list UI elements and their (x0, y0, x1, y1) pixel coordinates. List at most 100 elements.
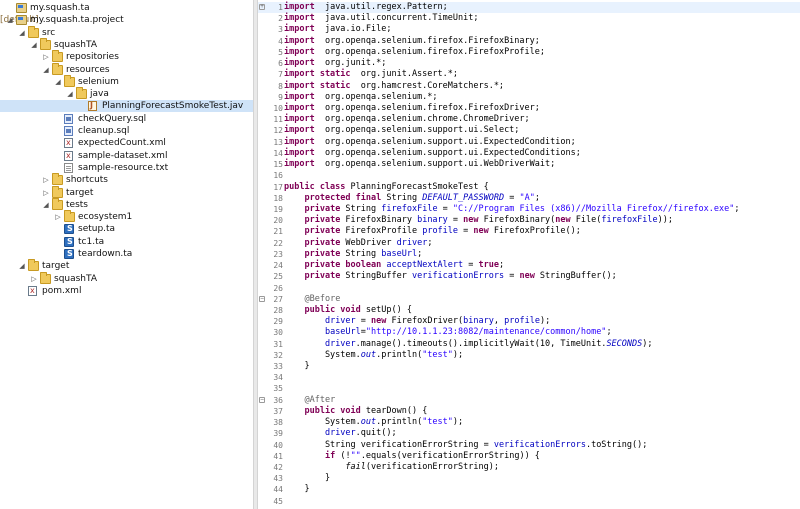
code-line[interactable]: − 27 @Before (258, 294, 800, 305)
code-token: FirefoxProfile (340, 226, 423, 237)
code-line[interactable]: 26 (258, 283, 800, 294)
code-line[interactable]: 16 (258, 170, 800, 181)
line-number: 9 (278, 92, 283, 102)
collapse-fold-icon[interactable]: − (259, 295, 265, 302)
code-line[interactable]: 42 fail(verificationErrorString); (258, 462, 800, 473)
code-line[interactable]: 4 import org.openqa.selenium.firefox.Fire… (258, 36, 800, 47)
tree-item[interactable]: ▷ squashTA (0, 271, 253, 285)
code-line[interactable]: 12 import org.openqa.selenium.support.ui.… (258, 125, 800, 136)
code-line[interactable]: 35 (258, 383, 800, 394)
code-text: } (284, 484, 309, 495)
tree-item[interactable]: pom.xml (0, 285, 253, 297)
code-line[interactable]: 11 import org.openqa.selenium.chrome.Chro… (258, 114, 800, 125)
code-line[interactable]: 14 import org.openqa.selenium.support.ui.… (258, 148, 800, 159)
collapse-fold-icon[interactable]: − (259, 396, 265, 403)
code-line[interactable]: 43 } (258, 473, 800, 484)
code-line[interactable]: 28 public void setUp() { (258, 305, 800, 316)
collapse-arrow-icon[interactable]: ◢ (66, 88, 74, 100)
tree-item[interactable]: ◢my.squash.ta.project [default] (0, 14, 253, 26)
tree-item[interactable]: teardown.ta (0, 248, 253, 260)
tree-item[interactable]: ◢ squashTA (0, 37, 253, 51)
project-explorer[interactable]: my.squash.ta◢my.squash.ta.project [defau… (0, 0, 253, 509)
collapse-arrow-icon[interactable]: ◢ (18, 27, 26, 39)
code-line[interactable]: 8 import static org.hamcrest.CoreMatchers… (258, 81, 800, 92)
tree-item[interactable]: ◢ tests (0, 197, 253, 211)
code-line[interactable]: 9 import org.openqa.selenium.*; (258, 92, 800, 103)
code-line[interactable]: − 36 @After (258, 395, 800, 406)
code-line[interactable]: 30 baseUrl="http://10.1.1.23:8082/mainte… (258, 327, 800, 338)
code-line[interactable]: 37 public void tearDown() { (258, 406, 800, 417)
code-line[interactable]: 34 (258, 372, 800, 383)
code-line[interactable]: 6 import org.junit.*; (258, 58, 800, 69)
tree-item[interactable]: ◢ resources (0, 62, 253, 76)
code-line[interactable]: 13 import org.openqa.selenium.support.ui.… (258, 137, 800, 148)
code-line[interactable]: 2 import java.util.concurrent.TimeUnit; (258, 13, 800, 24)
line-number: 30 (273, 328, 283, 338)
tree-item[interactable]: ◢ selenium (0, 74, 253, 88)
collapse-arrow-icon[interactable]: ◢ (42, 64, 50, 76)
code-token: acceptNextAlert (386, 260, 464, 271)
code-editor[interactable]: +1 import java.util.regex.Pattern; 2 import… (258, 0, 800, 509)
expand-arrow-icon[interactable]: ▷ (30, 273, 38, 285)
code-line[interactable]: 10 import org.openqa.selenium.firefox.Fir… (258, 103, 800, 114)
code-line[interactable]: 18 protected final String DEFAULT_PASSWO… (258, 193, 800, 204)
code-line[interactable]: 29 driver = new FirefoxDriver(binary, pr… (258, 316, 800, 327)
code-token: org.openqa.selenium.support.ui.WebDriver… (314, 159, 556, 170)
tree-item[interactable]: ▷ repositories (0, 50, 253, 63)
code-line[interactable]: 32 System.out.println("test"); (258, 350, 800, 361)
code-line[interactable]: 39 driver.quit(); (258, 428, 800, 439)
code-line[interactable]: 7 import static org.junit.Assert.*; (258, 69, 800, 80)
tree-item[interactable]: cleanup.sql (0, 125, 253, 137)
code-token: public void (304, 405, 361, 416)
code-line[interactable]: 33 } (258, 361, 800, 372)
code-line[interactable]: 5 import org.openqa.selenium.firefox.Fire… (258, 47, 800, 58)
expand-fold-icon[interactable]: + (259, 4, 265, 10)
expand-arrow-icon[interactable]: ▷ (42, 174, 50, 186)
code-line[interactable]: +1 import java.util.regex.Pattern; (258, 2, 800, 13)
expand-arrow-icon[interactable]: ▷ (42, 51, 50, 63)
expand-arrow-icon[interactable]: ▷ (42, 187, 50, 199)
tree-item[interactable]: ▷ shortcuts (0, 173, 253, 186)
code-token: "http://10.1.1.23:8082/maintenance/commo… (365, 327, 607, 338)
code-line[interactable]: 45 (258, 496, 800, 507)
line-number: 1 (278, 3, 283, 12)
code-line[interactable]: 15 import org.openqa.selenium.support.ui.… (258, 159, 800, 170)
expand-arrow-icon[interactable]: ▷ (54, 211, 62, 223)
tree-item-label: teardown.ta (78, 249, 133, 259)
code-line[interactable]: 20 private FirefoxBinary binary = new Fi… (258, 215, 800, 226)
tree-item[interactable]: ▷ ecosystem1 (0, 210, 253, 223)
collapse-arrow-icon[interactable]: ◢ (18, 260, 26, 272)
tree-item[interactable]: checkQuery.sql (0, 113, 253, 125)
code-line[interactable]: 38 System.out.println("test"); (258, 417, 800, 428)
tree-item[interactable]: ◢ java (0, 87, 253, 100)
collapse-arrow-icon[interactable]: ◢ (30, 39, 38, 51)
code-line[interactable]: 22 private WebDriver driver; (258, 238, 800, 249)
tree-item[interactable]: sample-dataset.xml (0, 150, 253, 162)
code-line[interactable]: 41 if (!"".equals(verificationErrorStrin… (258, 451, 800, 462)
collapse-arrow-icon[interactable]: ◢ (54, 76, 62, 88)
tree-item[interactable]: my.squash.ta (0, 2, 253, 14)
code-line[interactable]: 44 } (258, 484, 800, 495)
tree-item[interactable]: expectedCount.xml (0, 137, 253, 149)
collapse-arrow-icon[interactable]: ◢ (42, 199, 50, 211)
code-line[interactable]: 24 private boolean acceptNextAlert = tru… (258, 260, 800, 271)
code-line[interactable]: 31 driver.manage().timeouts().implicitly… (258, 339, 800, 350)
code-line[interactable]: 3 import java.io.File; (258, 24, 800, 35)
code-line[interactable]: 25 private StringBuffer verificationErro… (258, 271, 800, 282)
code-line[interactable]: 23 private String baseUrl; (258, 249, 800, 260)
code-line[interactable]: 17 public class PlanningForecastSmokeTest… (258, 182, 800, 193)
code-line[interactable]: 19 private String firefoxFile = "C://Pro… (258, 204, 800, 215)
tree-item[interactable]: PlanningForecastSmokeTest.jav (0, 100, 253, 113)
tree-item[interactable]: ◢ src (0, 25, 253, 39)
tree-item[interactable]: setup.ta (0, 223, 253, 235)
code-line[interactable]: 21 private FirefoxProfile profile = new … (258, 226, 800, 237)
tree-item[interactable]: ▷ target (0, 185, 253, 199)
tree-item[interactable]: tc1.ta (0, 236, 253, 248)
code-line[interactable]: 40 String verificationErrorString = veri… (258, 440, 800, 451)
collapse-arrow-icon[interactable]: ◢ (6, 14, 14, 26)
tree-item[interactable]: ◢ target (0, 259, 253, 272)
folder-icon (52, 197, 63, 210)
tree-item[interactable]: sample-resource.txt (0, 162, 253, 174)
